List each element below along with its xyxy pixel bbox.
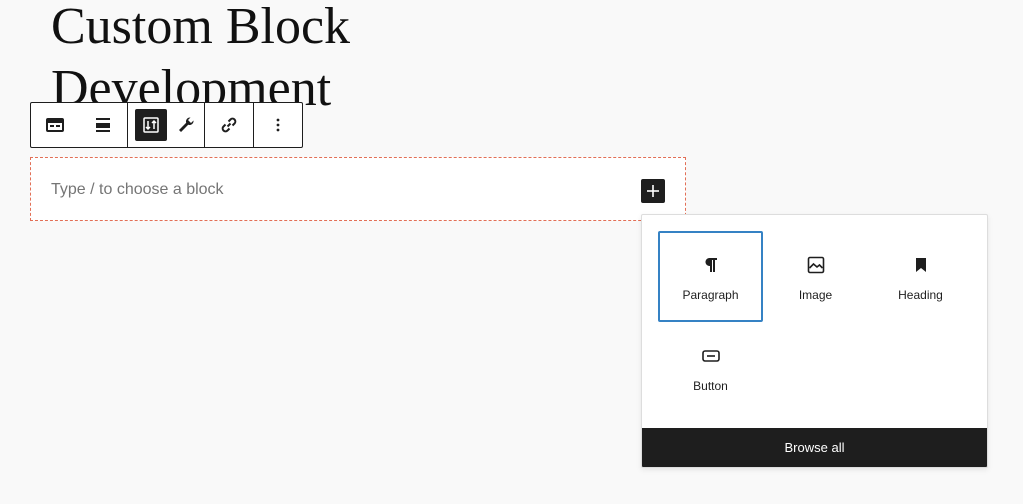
align-icon [96,118,110,132]
block-type-button[interactable] [31,103,79,147]
toolbar-group-more [254,103,302,147]
more-options-button[interactable] [254,103,302,147]
block-types-list: Paragraph Image Heading Button [658,231,973,413]
align-button[interactable] [79,103,127,147]
default-block-appender[interactable]: Type / to choose a block [30,157,686,221]
image-icon [807,256,824,274]
block-item-heading[interactable]: Heading [868,231,973,322]
block-move-icon [143,117,159,133]
toolbar-group-tools [128,103,205,147]
wrench-icon [179,117,194,132]
quick-inserter-popover: Paragraph Image Heading Button Browse al… [641,214,988,468]
browse-all-button[interactable]: Browse all [642,428,987,467]
button-icon [701,350,720,362]
plus-icon [647,185,659,197]
block-item-label: Button [693,379,728,393]
link-icon [221,117,237,133]
block-placeholder-text: Type / to choose a block [51,181,224,198]
toolbar-group-block [31,103,128,147]
block-item-label: Paragraph [682,288,739,302]
block-item-image[interactable]: Image [763,231,868,322]
bookmark-icon [915,258,926,272]
block-item-label: Image [798,288,833,302]
editor-canvas: Custom Block Development Type / to choos… [0,0,1023,504]
add-block-button[interactable] [641,179,665,203]
link-button[interactable] [205,103,253,147]
paragraph-icon [704,258,717,272]
wrench-button[interactable] [168,103,204,147]
block-item-paragraph[interactable]: Paragraph [658,231,763,322]
more-options-icon [276,118,280,132]
block-move-button[interactable] [128,103,168,147]
block-item-label: Heading [898,288,943,302]
toolbar-group-link [205,103,254,147]
block-type-icon [46,118,64,132]
block-toolbar [30,102,303,148]
block-item-button[interactable]: Button [658,322,763,413]
